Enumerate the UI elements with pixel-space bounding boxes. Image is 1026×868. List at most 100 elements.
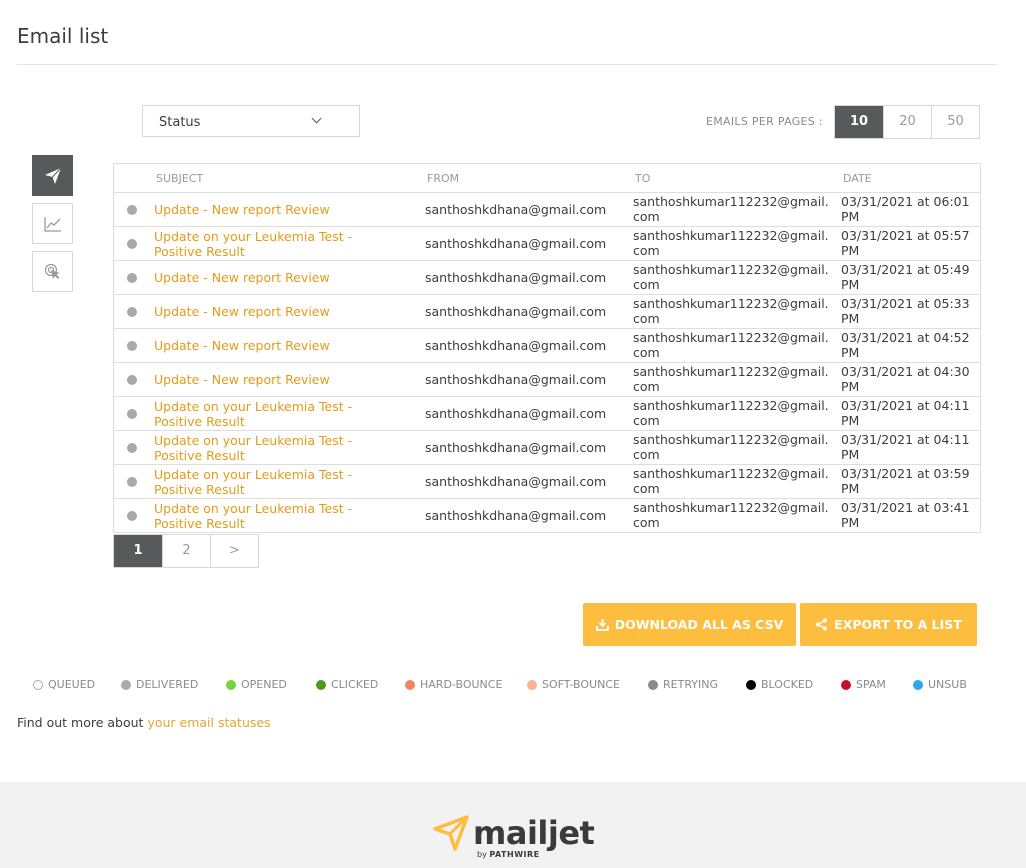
row-date: 03/31/2021 at 04:30 PM — [841, 364, 970, 394]
share-icon — [816, 618, 828, 631]
legend-label: CLICKED — [331, 678, 379, 691]
side-nav-stats-button[interactable] — [32, 203, 73, 244]
header-subject[interactable]: SUBJECT — [156, 172, 203, 185]
table-row[interactable]: Update - New report Review santhoshkdhana… — [114, 329, 980, 363]
row-subject[interactable]: Update on your Leukemia Test - Positive … — [154, 499, 404, 532]
chevron-down-icon — [311, 113, 322, 124]
download-csv-label: DOWNLOAD ALL AS CSV — [614, 617, 784, 632]
find-out-more: Find out more about your email statuses — [17, 715, 271, 730]
row-subject[interactable]: Update - New report Review — [154, 193, 404, 226]
row-to: santhoshkumar112232@gmail.com — [633, 500, 829, 530]
pagination: 1 2 > — [113, 534, 259, 568]
row-subject[interactable]: Update on your Leukemia Test - Positive … — [154, 227, 404, 260]
row-subject[interactable]: Update on your Leukemia Test - Positive … — [154, 397, 404, 430]
side-nav — [32, 155, 73, 299]
legend-item: HARD-BOUNCE — [405, 678, 502, 691]
status-dot-icon — [127, 443, 137, 453]
side-nav-send-button[interactable] — [32, 155, 73, 196]
legend-label: DELIVERED — [136, 678, 199, 691]
page-button[interactable]: 2 — [162, 535, 210, 567]
legend-item: QUEUED — [33, 678, 95, 691]
row-date: 03/31/2021 at 04:11 PM — [841, 398, 970, 428]
legend-item: DELIVERED — [121, 678, 198, 691]
legend-dot-icon — [316, 679, 326, 690]
table-row[interactable]: Update - New report Review santhoshkdhana… — [114, 261, 980, 295]
row-from: santhoshkdhana@gmail.com — [425, 338, 607, 353]
header-date[interactable]: DATE — [843, 172, 872, 185]
row-to: santhoshkumar112232@gmail.com — [633, 228, 829, 258]
email-statuses-link[interactable]: your email statuses — [147, 715, 270, 730]
table-row[interactable]: Update on your Leukemia Test - Positive … — [114, 499, 980, 532]
page-button[interactable]: 1 — [114, 535, 162, 567]
row-date: 03/31/2021 at 03:41 PM — [841, 500, 970, 530]
legend-item: SPAM — [841, 678, 886, 691]
legend-dot-icon — [841, 679, 851, 690]
table-row[interactable]: Update on your Leukemia Test - Positive … — [114, 465, 980, 499]
chart-icon — [43, 216, 61, 232]
status-dot-icon — [127, 341, 137, 351]
mailjet-logo-icon — [433, 815, 469, 851]
per-page-option[interactable]: 20 — [883, 106, 931, 138]
row-subject[interactable]: Update - New report Review — [154, 261, 404, 294]
next-page-button[interactable]: > — [210, 535, 258, 567]
row-to: santhoshkumar112232@gmail.com — [633, 194, 829, 224]
status-filter-select[interactable]: Status — [142, 105, 360, 137]
status-dot-icon — [127, 511, 137, 521]
status-filter-value: Status — [159, 115, 201, 130]
download-icon — [595, 619, 609, 631]
find-out-text: Find out more about — [17, 715, 144, 730]
legend-label: UNSUB — [928, 678, 967, 691]
row-to: santhoshkumar112232@gmail.com — [633, 364, 829, 394]
row-to: santhoshkumar112232@gmail.com — [633, 398, 829, 428]
row-subject[interactable]: Update on your Leukemia Test - Positive … — [154, 465, 404, 498]
side-nav-clicks-button[interactable] — [32, 251, 73, 292]
legend-label: OPENED — [241, 678, 287, 691]
table-row[interactable]: Update on your Leukemia Test - Positive … — [114, 227, 980, 261]
row-date: 03/31/2021 at 06:01 PM — [841, 194, 970, 224]
row-subject[interactable]: Update - New report Review — [154, 363, 404, 396]
per-page-option[interactable]: 10 — [835, 106, 883, 138]
row-subject[interactable]: Update - New report Review — [154, 295, 404, 328]
emails-per-page-label: EMAILS PER PAGES : — [706, 115, 823, 128]
legend-dot-icon — [648, 679, 658, 690]
table-row[interactable]: Update - New report Review santhoshkdhana… — [114, 363, 980, 397]
click-icon — [44, 263, 59, 279]
row-date: 03/31/2021 at 04:11 PM — [841, 432, 970, 462]
status-dot-icon — [127, 239, 137, 249]
export-list-button[interactable]: EXPORT TO A LIST — [800, 603, 977, 646]
row-to: santhoshkumar112232@gmail.com — [633, 466, 829, 496]
status-dot-icon — [127, 375, 137, 385]
legend-dot-icon — [527, 679, 537, 690]
status-dot-icon — [127, 477, 137, 487]
row-from: santhoshkdhana@gmail.com — [425, 372, 607, 387]
table-row[interactable]: Update - New report Review santhoshkdhana… — [114, 295, 980, 329]
legend-label: HARD-BOUNCE — [420, 678, 503, 691]
title-divider — [17, 64, 997, 65]
status-dot-icon — [127, 409, 137, 419]
table-row[interactable]: Update - New report Review santhoshkdhana… — [114, 193, 980, 227]
header-to[interactable]: TO — [635, 172, 650, 185]
legend-item: RETRYING — [648, 678, 718, 691]
row-to: santhoshkumar112232@gmail.com — [633, 432, 829, 462]
legend-item: OPENED — [226, 678, 287, 691]
mailjet-wordmark: mailjet — [473, 814, 595, 852]
legend-item: SOFT-BOUNCE — [527, 678, 620, 691]
legend-dot-icon — [746, 679, 756, 690]
row-from: santhoshkdhana@gmail.com — [425, 304, 607, 319]
per-page-option[interactable]: 50 — [931, 106, 979, 138]
row-from: santhoshkdhana@gmail.com — [425, 474, 607, 489]
header-from[interactable]: FROM — [427, 172, 459, 185]
email-table: SUBJECT FROM TO DATE Update - New report… — [113, 163, 981, 533]
download-csv-button[interactable]: DOWNLOAD ALL AS CSV — [583, 603, 796, 646]
pathwire-tagline: by PATHWIRE — [477, 850, 540, 859]
table-row[interactable]: Update on your Leukemia Test - Positive … — [114, 431, 980, 465]
row-from: santhoshkdhana@gmail.com — [425, 236, 607, 251]
status-dot-icon — [127, 307, 137, 317]
row-subject[interactable]: Update - New report Review — [154, 329, 404, 362]
table-row[interactable]: Update on your Leukemia Test - Positive … — [114, 397, 980, 431]
emails-per-page-selector: 10 20 50 — [834, 105, 980, 139]
page-title: Email list — [17, 24, 109, 48]
row-subject[interactable]: Update on your Leukemia Test - Positive … — [154, 431, 404, 464]
row-date: 03/31/2021 at 05:49 PM — [841, 262, 970, 292]
legend-item: CLICKED — [316, 678, 378, 691]
